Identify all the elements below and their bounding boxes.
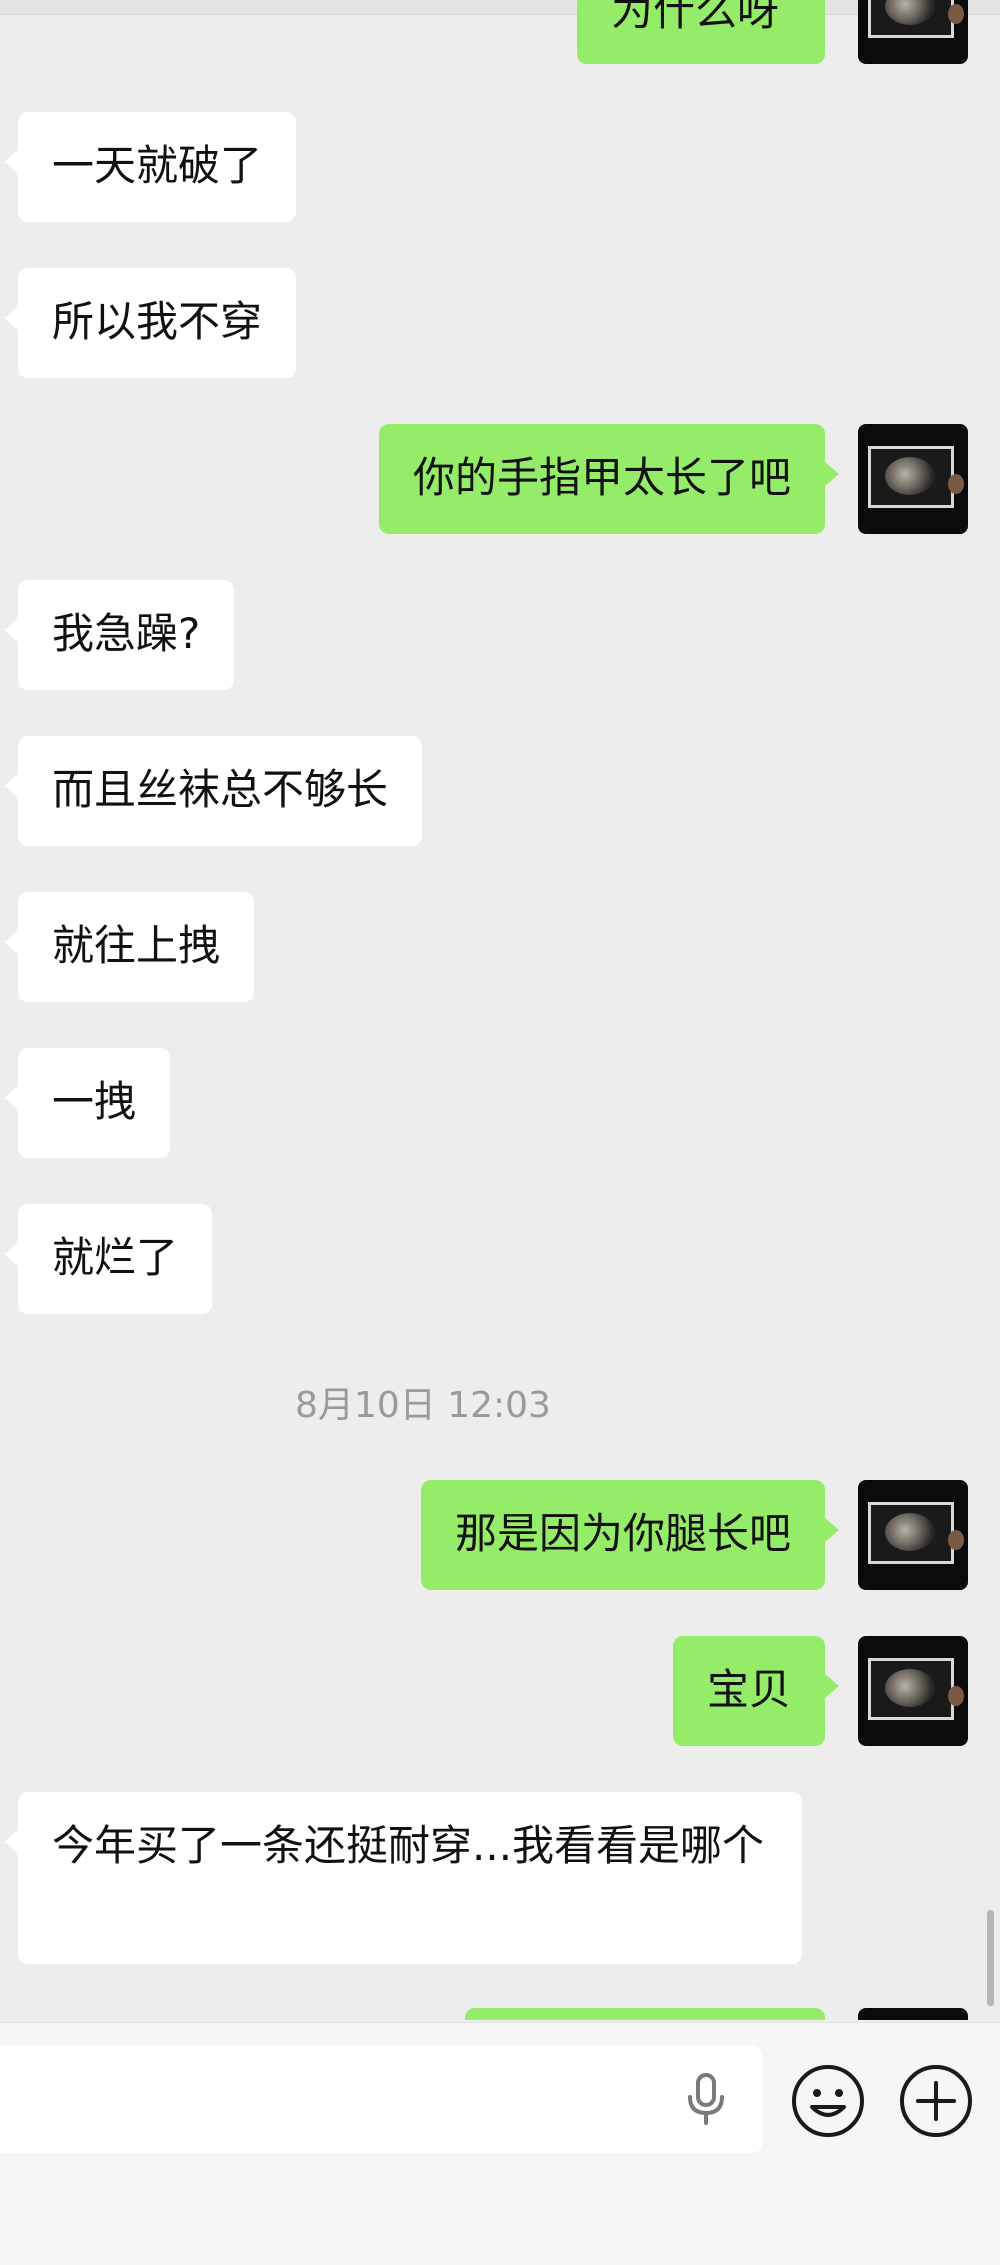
message-bubble-incoming[interactable]: 而且丝袜总不够长 xyxy=(3,736,423,846)
message-bubble-incoming[interactable]: 所以我不穿 xyxy=(3,268,297,378)
message-bubble-incoming[interactable]: 就往上拽 xyxy=(3,892,255,1002)
message-text: 今年买了一条还挺耐穿...我看看是哪个 xyxy=(52,1821,765,1870)
message-bubble-outgoing[interactable]: 那是因为你腿长吧 xyxy=(420,1480,840,1590)
message-text: 所以我不穿 xyxy=(52,297,263,346)
message-input[interactable] xyxy=(0,2045,762,2153)
emoji-icon[interactable] xyxy=(790,2063,866,2139)
avatar[interactable] xyxy=(858,424,968,534)
message-text: 我急躁? xyxy=(52,609,201,658)
message-bubble-incoming[interactable]: 一拽 xyxy=(3,1048,171,1158)
microphone-icon[interactable] xyxy=(676,2069,736,2129)
message-text: 就往上拽 xyxy=(52,921,221,970)
message-bubble-outgoing[interactable]: 为什么呀 xyxy=(577,0,825,64)
message-text: 一拽 xyxy=(52,1077,137,1126)
input-bar xyxy=(0,2022,1000,2265)
avatar[interactable] xyxy=(858,1636,968,1746)
message-bubble-incoming[interactable]: 一天就破了 xyxy=(3,112,297,222)
message-text: 而且丝袜总不够长 xyxy=(52,765,389,814)
message-text: 宝贝 xyxy=(706,1665,791,1714)
avatar[interactable] xyxy=(858,1480,968,1590)
message-text: 就烂了 xyxy=(52,1233,179,1282)
message-text: 那是因为你腿长吧 xyxy=(454,1509,791,1558)
message-timestamp: 8月10日 12:03 xyxy=(295,1385,551,1426)
message-bubble-outgoing[interactable] xyxy=(465,2008,825,2020)
message-text: 你的手指甲太长了吧 xyxy=(412,453,791,502)
chat-area[interactable]: 为什么呀 一天就破了 所以我不穿 你的手指甲太长了吧 我急躁? 而且丝袜总不够长… xyxy=(0,0,1000,2020)
message-bubble-incoming[interactable]: 我急躁? xyxy=(3,580,235,690)
message-text: 一天就破了 xyxy=(52,141,263,190)
message-bubble-outgoing[interactable]: 宝贝 xyxy=(672,1636,840,1746)
message-bubble-incoming[interactable]: 就烂了 xyxy=(3,1204,213,1314)
plus-icon[interactable] xyxy=(898,2063,974,2139)
avatar[interactable] xyxy=(858,0,968,64)
message-bubble-incoming[interactable]: 今年买了一条还挺耐穿...我看看是哪个 xyxy=(4,1792,802,1964)
message-bubble-outgoing[interactable]: 你的手指甲太长了吧 xyxy=(378,424,840,534)
message-text: 为什么呀 xyxy=(611,0,780,35)
avatar[interactable] xyxy=(858,2008,968,2020)
scrollbar[interactable] xyxy=(987,1910,994,2006)
